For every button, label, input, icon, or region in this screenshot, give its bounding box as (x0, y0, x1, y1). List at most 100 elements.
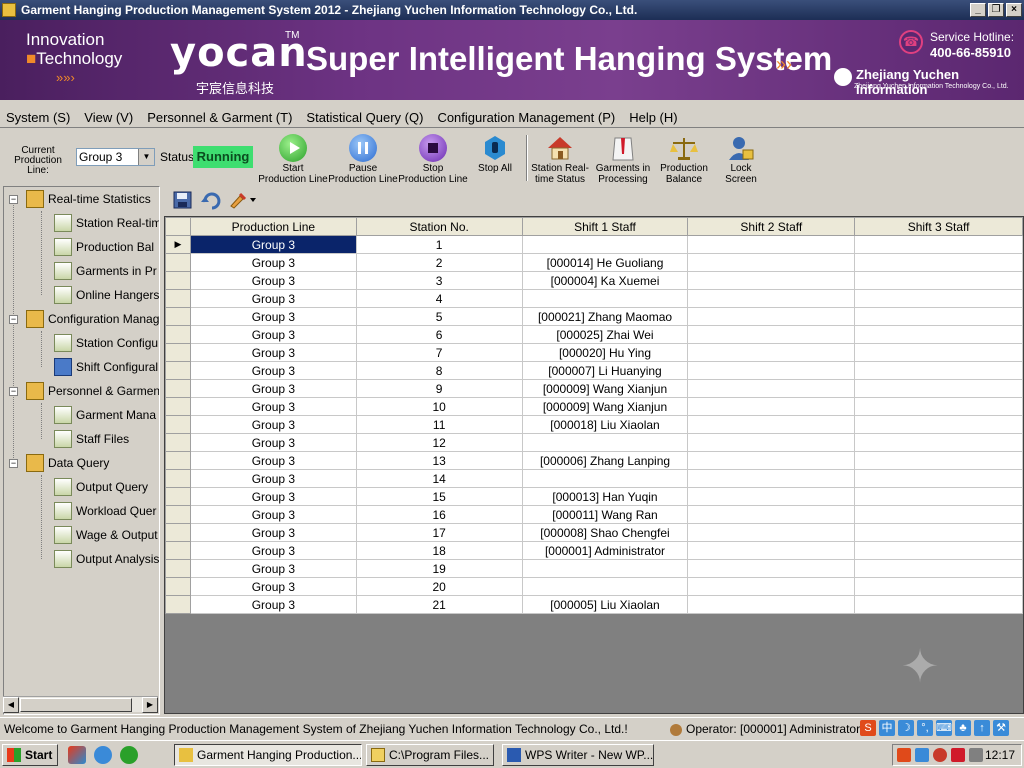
cell-shift3-staff[interactable] (854, 451, 1023, 470)
cell-shift1-staff[interactable]: [000004] Ka Xuemei (521, 271, 689, 290)
keyboard-icon[interactable]: ⌨ (936, 720, 952, 736)
tree-item-output-analysis[interactable]: Output Analysis (54, 550, 159, 568)
cell-production-line[interactable]: Group 3 (189, 469, 357, 488)
tree-item-garments-in-processing[interactable]: Garments in Pr (54, 262, 157, 280)
row-selector[interactable]: ▶ (165, 235, 191, 254)
cell-station-no[interactable]: 3 (355, 271, 523, 290)
scrollbar-thumb[interactable] (20, 698, 132, 712)
cell-station-no[interactable]: 8 (355, 361, 523, 380)
cell-station-no[interactable]: 20 (355, 577, 523, 596)
skin-icon[interactable]: ♣ (955, 720, 971, 736)
row-selector[interactable] (165, 361, 191, 380)
collapse-toggle[interactable]: − (9, 195, 18, 204)
stop-production-line-button[interactable]: Stop Production Line (398, 134, 468, 185)
cell-production-line[interactable]: Group 3 (189, 361, 357, 380)
row-selector[interactable] (165, 343, 191, 362)
cell-station-no[interactable]: 17 (355, 523, 523, 542)
row-selector[interactable] (165, 379, 191, 398)
cell-shift1-staff[interactable] (521, 469, 689, 488)
undo-icon[interactable] (200, 190, 222, 210)
column-header[interactable]: Station No. (355, 217, 523, 236)
scroll-right-icon[interactable]: ▶ (142, 697, 158, 713)
cell-shift3-staff[interactable] (854, 307, 1023, 326)
table-row[interactable]: Group 3 6 [000025] Zhai Wei (165, 325, 1023, 344)
menu-personnel-garment[interactable]: Personnel & Garment (T) (147, 110, 292, 125)
cell-shift3-staff[interactable] (854, 505, 1023, 524)
cell-shift3-staff[interactable] (854, 523, 1023, 542)
row-selector[interactable] (165, 289, 191, 308)
cell-shift1-staff[interactable]: [000018] Liu Xiaolan (521, 415, 689, 434)
cell-station-no[interactable]: 14 (355, 469, 523, 488)
menu-statistical-query[interactable]: Statistical Query (Q) (306, 110, 423, 125)
cell-shift3-staff[interactable] (854, 469, 1023, 488)
refresh-app-icon[interactable] (120, 746, 138, 764)
cell-production-line[interactable]: Group 3 (189, 541, 357, 560)
cell-station-no[interactable]: 5 (355, 307, 523, 326)
half-width-icon[interactable]: ☽ (898, 720, 914, 736)
cell-shift2-staff[interactable] (687, 577, 856, 596)
tree-horizontal-scrollbar[interactable]: ◀ ▶ (3, 696, 158, 713)
cell-shift1-staff[interactable]: [000013] Han Yuqin (521, 487, 689, 506)
cell-shift1-staff[interactable] (521, 559, 689, 578)
tools-icon[interactable]: ⚒ (993, 720, 1009, 736)
cell-production-line[interactable]: Group 3 (189, 577, 357, 596)
row-selector[interactable] (165, 541, 191, 560)
row-selector[interactable] (165, 325, 191, 344)
table-row[interactable]: Group 3 15 [000013] Han Yuqin (165, 487, 1023, 506)
tree-item-output-query[interactable]: Output Query (54, 478, 148, 496)
cell-production-line[interactable]: Group 3 (189, 325, 357, 344)
menu-help[interactable]: Help (H) (629, 110, 677, 125)
cell-shift2-staff[interactable] (687, 397, 856, 416)
tools-dropdown-icon[interactable] (228, 190, 256, 210)
cell-shift3-staff[interactable] (854, 361, 1023, 380)
table-row[interactable]: Group 34 (165, 289, 1023, 308)
table-row[interactable]: Group 3 20 (165, 577, 1023, 596)
cell-production-line[interactable]: Group 3 (189, 559, 357, 578)
cell-shift3-staff[interactable] (854, 433, 1023, 452)
tree-item-station-configuration[interactable]: Station Configu (54, 334, 158, 352)
tree-group-personnel-garment[interactable]: Personnel & Garmen (26, 382, 159, 400)
table-row[interactable]: Group 3 21 [000005] Liu Xiaolan (165, 595, 1023, 614)
cell-shift2-staff[interactable] (687, 271, 856, 290)
cell-production-line[interactable]: Group 3 (189, 505, 357, 524)
cell-production-line[interactable]: Group 3 (189, 415, 357, 434)
cell-shift3-staff[interactable] (854, 541, 1023, 560)
row-selector[interactable] (165, 577, 191, 596)
production-balance-button[interactable]: Production Balance (656, 134, 712, 185)
station-realtime-status-button[interactable]: Station Real-time Status (530, 134, 590, 185)
table-row[interactable]: Group 3 3 [000004] Ka Xuemei (165, 271, 1023, 290)
minimize-button[interactable]: _ (970, 3, 986, 17)
tree-item-production-balance[interactable]: Production Bal (54, 238, 154, 256)
cell-shift3-staff[interactable] (854, 595, 1023, 614)
column-header[interactable]: Shift 3 Staff (854, 217, 1023, 236)
cell-shift2-staff[interactable] (687, 253, 856, 272)
cell-shift1-staff[interactable]: [000025] Zhai Wei (521, 325, 689, 344)
cell-shift2-staff[interactable] (687, 505, 856, 524)
row-selector[interactable] (165, 415, 191, 434)
cell-shift3-staff[interactable] (854, 235, 1023, 254)
cell-station-no[interactable]: 16 (355, 505, 523, 524)
row-selector[interactable] (165, 253, 191, 272)
row-selector[interactable] (165, 307, 191, 326)
cell-shift3-staff[interactable] (854, 271, 1023, 290)
cell-shift3-staff[interactable] (854, 253, 1023, 272)
tree-group-realtime-statistics[interactable]: Real-time Statistics (26, 190, 151, 208)
cell-shift1-staff[interactable] (521, 235, 689, 254)
table-row[interactable]: ▶ Group 31 (165, 235, 1023, 254)
cell-shift3-staff[interactable] (854, 343, 1023, 362)
cell-production-line[interactable]: Group 3 (189, 433, 357, 452)
restore-button[interactable]: ❐ (988, 3, 1004, 17)
menu-configuration-management[interactable]: Configuration Management (P) (437, 110, 615, 125)
task-program-files[interactable]: C:\Program Files... (366, 744, 494, 766)
cell-station-no[interactable]: 21 (355, 595, 523, 614)
cell-station-no[interactable]: 19 (355, 559, 523, 578)
tree-item-wage-output[interactable]: Wage & Output (54, 526, 158, 544)
cell-shift3-staff[interactable] (854, 379, 1023, 398)
row-selector[interactable] (165, 271, 191, 290)
cell-station-no[interactable]: 4 (355, 289, 523, 308)
cell-shift2-staff[interactable] (687, 487, 856, 506)
cell-shift2-staff[interactable] (687, 343, 856, 362)
production-line-select[interactable]: Group 3 ▼ (76, 148, 155, 166)
cell-shift1-staff[interactable]: [000009] Wang Xianjun (521, 379, 689, 398)
table-row[interactable]: Group 3 19 (165, 559, 1023, 578)
